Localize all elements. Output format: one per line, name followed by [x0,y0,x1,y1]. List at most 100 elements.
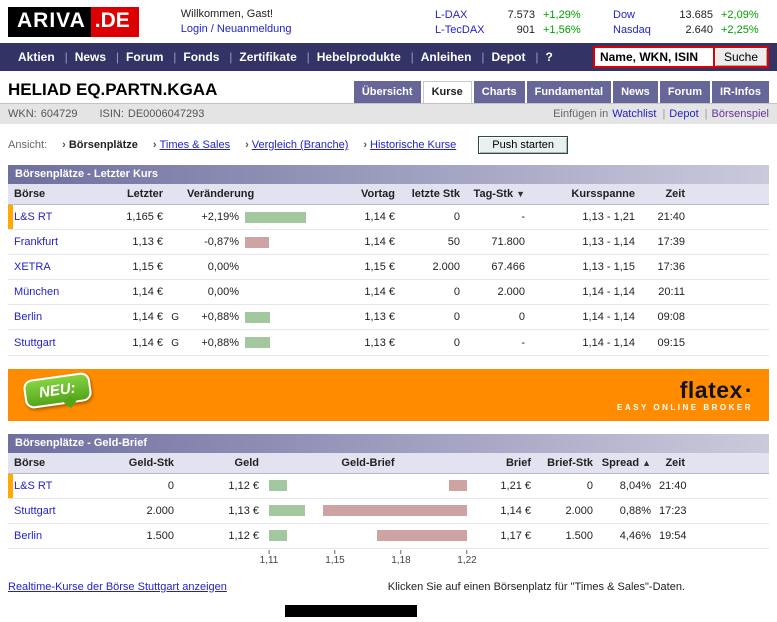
spread-percent: 0,88% [597,498,655,523]
quote-flag: G [163,312,179,323]
tab-kurse[interactable]: Kurse [423,81,472,103]
boerse-link-stuttgart[interactable]: Stuttgart [14,337,56,349]
nav-item-help[interactable]: ? [535,50,562,64]
col-brief[interactable]: Brief [473,453,535,474]
tab-bar: Übersicht Kurse Charts Fundamental News … [354,81,769,103]
tab-ir-infos[interactable]: IR-Infos [712,81,769,103]
footer-row: Realtime-Kurse der Börse Stuttgart anzei… [0,571,777,599]
bottom-ad-banner[interactable] [285,605,417,617]
bid-bar [269,505,305,516]
market-indices: L-DAX 7.573 +1,29% Dow 13.685 +2,09% L-T… [435,9,769,36]
col-vortag[interactable]: Vortag [324,184,399,205]
ariva-logo[interactable]: ARIVA .DE [8,7,139,37]
boerse-link-stuttgart[interactable]: Stuttgart [14,505,56,517]
col-zeit[interactable]: Zeit [639,184,769,205]
index-link-ltecdax[interactable]: L-TecDAX [435,24,491,36]
historische-kurse-link[interactable]: Historische Kurse [370,139,456,151]
add-to-depot-link[interactable]: Depot [669,108,707,120]
login-link[interactable]: Login / Neuanmeldung [181,23,292,35]
boerse-link-berlin[interactable]: Berlin [14,530,42,542]
col-letzter[interactable]: Letzter [103,184,183,205]
table-header-row: Börse Letzter Veränderung Vortag letzte … [8,184,769,205]
welcome-block: Willkommen, Gast! Login / Neuanmeldung [181,7,292,37]
day-volume: 71.800 [464,230,529,255]
nav-item-news[interactable]: News [65,50,116,64]
nav-item-zertifikate[interactable]: Zertifikate [229,50,306,64]
search-input[interactable] [595,48,713,66]
search-button[interactable]: Suche [713,48,767,66]
quote-time: 20:11 [639,280,769,305]
quote-time: 09:15 [639,330,769,355]
ask-volume: 2.000 [535,498,597,523]
bid-ask-spread-chart [269,505,467,516]
axis-tick: 1,22 [457,550,476,566]
col-geld-stk[interactable]: Geld-Stk [103,453,178,474]
change-percent: 0,00% [187,286,239,298]
tab-charts[interactable]: Charts [474,81,525,103]
boerse-link-ls-rt[interactable]: L&S RT [14,211,52,223]
crumb-arrow-icon: › [62,139,66,151]
bid-bar [269,530,287,541]
table-row: Stuttgart 2.000 1,13 € 1,14 € 2.000 0,88… [8,498,769,523]
tab-uebersicht[interactable]: Übersicht [354,81,421,103]
col-tag-stk[interactable]: Tag-Stk▼ [464,184,529,205]
nav-item-aktien[interactable]: Aktien [8,50,65,64]
view-nav: Ansicht: ›Börsenplätze ›Times & Sales ›V… [0,124,777,165]
boerse-link-berlin[interactable]: Berlin [14,311,42,323]
col-veraenderung[interactable]: Veränderung [183,184,324,205]
price-axis: 1,11 1,15 1,18 1,22 [269,549,467,571]
boerse-link-ls-rt[interactable]: L&S RT [14,480,52,492]
nav-item-anleihen[interactable]: Anleihen [411,50,482,64]
last-volume: 50 [399,230,464,255]
day-volume: - [464,330,529,355]
index-link-dow[interactable]: Dow [613,9,669,21]
boerse-link-muenchen[interactable]: München [14,286,59,298]
nav-item-depot[interactable]: Depot [481,50,535,64]
col-boerse[interactable]: Börse [8,184,103,205]
times-sales-link[interactable]: Times & Sales [160,139,231,151]
sort-asc-icon: ▲ [642,458,651,468]
index-change: +1,29% [543,9,591,21]
col-geld[interactable]: Geld [178,453,263,474]
boerse-link-xetra[interactable]: XETRA [14,261,51,273]
ask-volume: 0 [535,473,597,498]
view-item-vergleich: ›Vergleich (Branche) [245,139,348,151]
col-brief-stk[interactable]: Brief-Stk [535,453,597,474]
tab-forum[interactable]: Forum [660,81,710,103]
table-row: Frankfurt 1,13 € -0,87% 1,14 € 50 71.800… [8,230,769,255]
push-start-button[interactable]: Push starten [478,136,568,154]
col-spread[interactable]: Spread▲ [597,453,655,474]
col-geld-brief[interactable]: Geld-Brief [263,453,473,474]
section-title: Börsenplätze - Geld-Brief [15,437,147,449]
nav-item-hebelprodukte[interactable]: Hebelprodukte [307,50,411,64]
ask-price: 1,21 € [473,473,535,498]
flatex-ad-banner[interactable]: NEU: flatex· EASY ONLINE BROKER [8,369,769,421]
wkn-isin: WKN:604729ISIN:DE0006047293 [8,108,208,120]
logo-de-text: .DE [91,7,139,37]
day-range: 1,14 - 1,14 [529,330,639,355]
vergleich-link[interactable]: Vergleich (Branche) [252,139,349,151]
col-zeit[interactable]: Zeit [655,453,769,474]
last-volume: 0 [399,330,464,355]
index-link-ldax[interactable]: L-DAX [435,9,491,21]
spread-percent: 8,04% [597,473,655,498]
index-value: 2.640 [669,24,713,36]
add-to-watchlist-link[interactable]: Watchlist [612,108,665,120]
col-boerse[interactable]: Börse [8,453,103,474]
boerse-link-frankfurt[interactable]: Frankfurt [14,236,58,248]
boersenspiel-link[interactable]: Börsenspiel [712,108,769,120]
quote-time: 17:36 [639,255,769,280]
neu-badge: NEU: [22,371,92,409]
col-letzte-stk[interactable]: letzte Stk [399,184,464,205]
isin-value: DE0006047293 [128,108,204,120]
tab-fundamental[interactable]: Fundamental [527,81,611,103]
col-kursspanne[interactable]: Kursspanne [529,184,639,205]
quote-time: 09:08 [639,305,769,330]
isin-label: ISIN: [99,108,123,120]
nav-item-forum[interactable]: Forum [116,50,173,64]
ask-price: 1,14 € [473,498,535,523]
index-link-nasdaq[interactable]: Nasdaq [613,24,669,36]
tab-news[interactable]: News [613,81,658,103]
realtime-stuttgart-link[interactable]: Realtime-Kurse der Börse Stuttgart anzei… [8,581,227,593]
nav-item-fonds[interactable]: Fonds [173,50,229,64]
